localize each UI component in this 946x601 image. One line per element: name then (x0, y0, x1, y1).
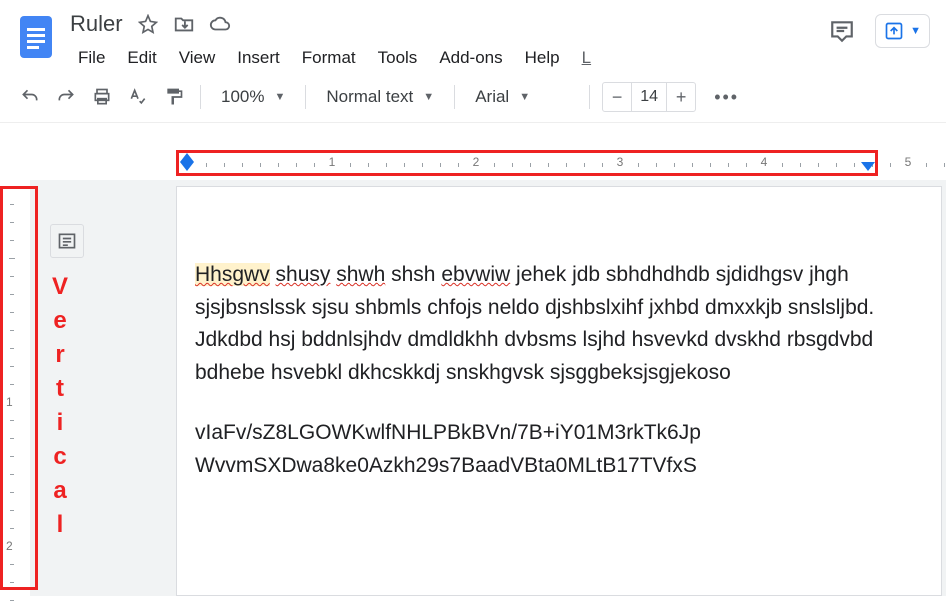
document-outline-button[interactable] (50, 224, 84, 258)
zoom-dropdown[interactable]: 100% ▼ (213, 85, 293, 109)
paragraph-style-dropdown[interactable]: Normal text ▼ (318, 85, 442, 109)
chevron-down-icon: ▼ (274, 91, 285, 103)
more-toolbar-button[interactable]: ••• (704, 87, 749, 108)
zoom-value: 100% (221, 87, 264, 107)
text-word: shwh (336, 263, 385, 286)
undo-button[interactable] (16, 83, 44, 111)
document-title[interactable]: Ruler (70, 11, 123, 37)
vertical-ruler-label: Vertical (52, 270, 70, 542)
chevron-down-icon: ▼ (423, 91, 434, 103)
menu-bar: File Edit View Insert Format Tools Add-o… (70, 38, 827, 72)
menu-view[interactable]: View (171, 44, 224, 72)
last-edit-link[interactable]: L (574, 44, 599, 72)
toolbar: 100% ▼ Normal text ▼ Arial ▼ − 14 + ••• (0, 72, 946, 123)
document-body[interactable]: Hhsgwv shusy shwh shsh ebvwiw jehek jdb … (177, 259, 941, 482)
star-icon[interactable] (137, 13, 159, 35)
cloud-status-icon[interactable] (209, 13, 231, 35)
font-size-increase[interactable]: + (667, 87, 695, 108)
font-value: Arial (475, 87, 509, 107)
paint-format-button[interactable] (160, 83, 188, 111)
document-page: Hhsgwv shusy shwh shsh ebvwiw jehek jdb … (176, 186, 942, 596)
print-button[interactable] (88, 83, 116, 111)
move-folder-icon[interactable] (173, 13, 195, 35)
text-word: Hhsgwv (195, 263, 270, 286)
menu-tools[interactable]: Tools (370, 44, 426, 72)
horizontal-ruler[interactable]: 12345 (176, 153, 946, 173)
docs-logo-icon[interactable] (16, 10, 56, 64)
menu-addons[interactable]: Add-ons (431, 44, 510, 72)
menu-file[interactable]: File (70, 44, 113, 72)
spellcheck-button[interactable] (124, 83, 152, 111)
indent-right-marker[interactable] (861, 162, 875, 171)
paragraph-style-value: Normal text (326, 87, 413, 107)
redo-button[interactable] (52, 83, 80, 111)
font-size-decrease[interactable]: − (603, 87, 631, 108)
font-dropdown[interactable]: Arial ▼ (467, 85, 577, 109)
comments-icon[interactable] (827, 16, 857, 46)
menu-insert[interactable]: Insert (229, 44, 288, 72)
chevron-down-icon: ▼ (910, 25, 921, 37)
share-button[interactable]: ▼ (875, 14, 930, 48)
font-size-value[interactable]: 14 (631, 83, 667, 111)
font-size-control: − 14 + (602, 82, 696, 112)
indent-left-marker[interactable] (180, 162, 194, 171)
menu-format[interactable]: Format (294, 44, 364, 72)
text-word: shsh (391, 263, 441, 286)
text-word: ebvwiw (441, 263, 510, 286)
vertical-ruler[interactable]: 12 (0, 186, 24, 596)
chevron-down-icon: ▼ (519, 91, 530, 103)
menu-help[interactable]: Help (517, 44, 568, 72)
text-word: shusy (276, 263, 331, 286)
menu-edit[interactable]: Edit (119, 44, 164, 72)
text-paragraph: vIaFv/sZ8LGOWKwlfNHLPBkBVn/7B+iY01M3rkTk… (195, 417, 911, 482)
indent-first-line-marker[interactable] (180, 153, 194, 162)
